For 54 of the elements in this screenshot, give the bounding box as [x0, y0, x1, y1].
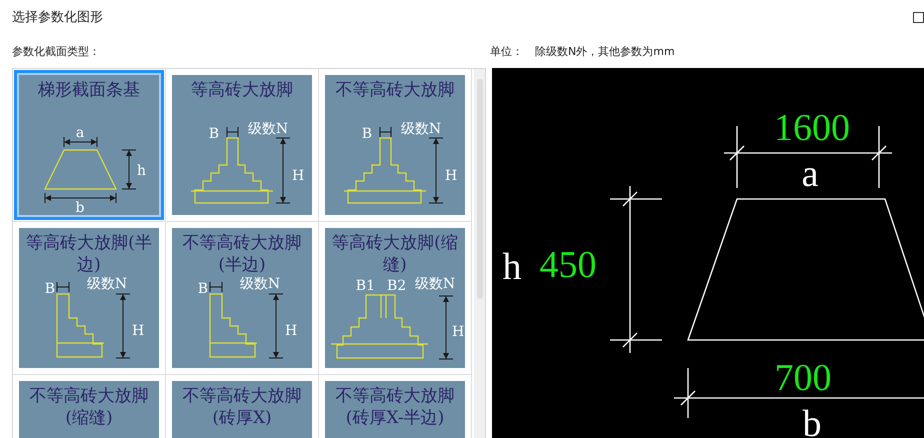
section-type-tile[interactable]: 梯形截面条基 a h b — [14, 70, 164, 220]
unit-label: 单位： — [490, 44, 523, 58]
dimension-label: B — [44, 281, 55, 297]
dimension-line — [64, 136, 98, 148]
dimension-label: 级数N — [86, 276, 128, 292]
dimension-line — [428, 138, 444, 204]
dimension-line — [210, 282, 222, 292]
dimension-line — [268, 294, 284, 358]
dimension-label: a — [802, 153, 818, 195]
window-title: 选择参数化图形 — [12, 9, 103, 26]
dimension-line — [116, 294, 130, 358]
dimension-label: H — [445, 168, 458, 184]
dimension-line — [56, 282, 70, 292]
tile-title: 不等高砖大放脚 — [334, 79, 456, 101]
dimension-label: B2 — [387, 278, 406, 294]
dimension-label: H — [132, 323, 144, 339]
dimension-label: 级数N — [248, 121, 288, 137]
dimension-value: 700 — [774, 357, 832, 399]
dimension-line — [438, 296, 454, 360]
tile-title: 不等高砖大放脚(砖厚X) — [182, 385, 302, 429]
dimension-label: h — [502, 246, 522, 288]
scrollbar[interactable] — [474, 69, 485, 438]
dimension-label: h — [137, 163, 146, 179]
dimension-label: H — [292, 168, 304, 184]
maximize-icon[interactable] — [913, 12, 924, 22]
tile-title: 梯形截面条基 — [37, 79, 141, 101]
dimension-line — [122, 150, 136, 190]
tile-title: 等高砖大放脚(半边) — [25, 232, 153, 276]
dimension-value: 450 — [540, 244, 596, 286]
dimension-label: H — [452, 324, 464, 340]
tile-title: 不等高砖大放脚(缩缝) — [28, 385, 150, 429]
dimension-line — [380, 126, 392, 138]
dimension-label: 级数N — [240, 276, 280, 292]
dimension-label: a — [76, 125, 84, 141]
dimension-line — [276, 138, 290, 204]
dimension-label: 级数N — [400, 121, 442, 137]
unit-text: 除级数N外，其他参数为mm — [535, 44, 675, 58]
dimension-line — [226, 126, 238, 138]
dimension-label: b — [76, 200, 84, 215]
half-footing-outline — [56, 293, 105, 358]
section-label: 参数化截面类型： — [12, 44, 101, 58]
dimension-label: B — [198, 281, 208, 297]
dimension-label: B — [208, 126, 219, 142]
dimension-label: H — [285, 323, 298, 339]
dimension-label: b — [802, 403, 822, 438]
dimension-value: 1600 — [774, 107, 850, 149]
tile-title: 等高砖大放脚 — [190, 79, 294, 101]
half-footing-outline — [209, 293, 258, 358]
tile-title: 不等高砖大放脚(半边) — [182, 232, 302, 276]
dimension-label: B1 — [356, 278, 375, 294]
dimension-label: 级数N — [414, 276, 456, 292]
tile-title: 不等高砖大放脚(砖厚X-半边) — [334, 385, 456, 429]
dimension-label: B — [362, 126, 372, 142]
tile-title: 等高砖大放脚(缩缝) — [331, 232, 459, 276]
